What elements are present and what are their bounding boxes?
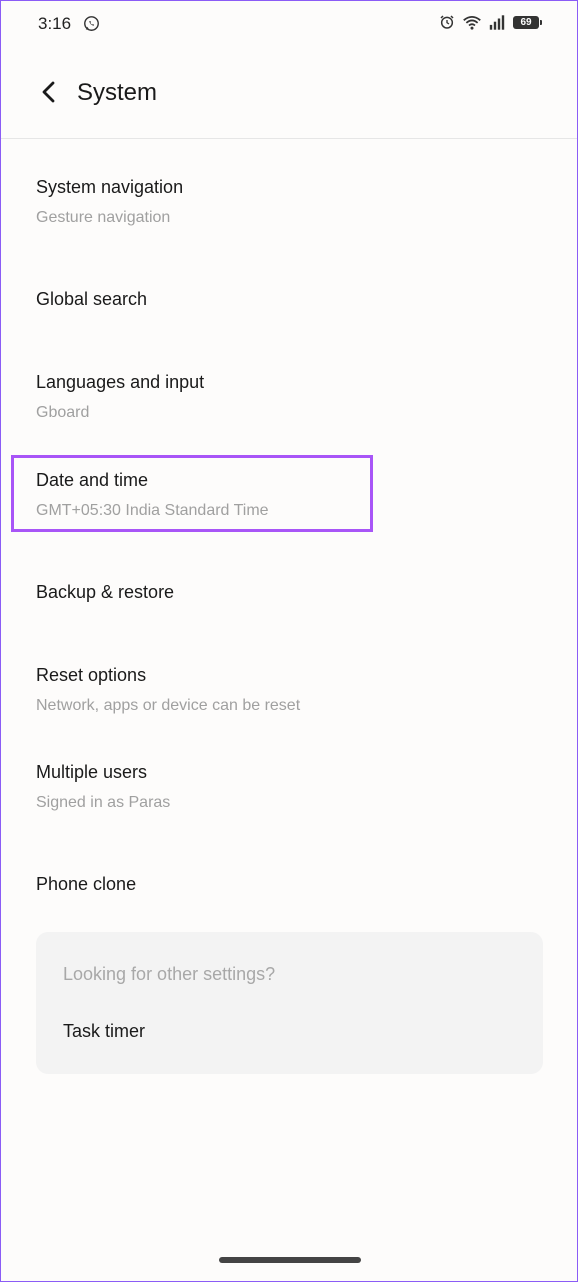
status-time: 3:16 [38,14,72,33]
setting-multiple-users[interactable]: Multiple users Signed in as Paras [36,762,542,812]
alarm-icon [440,15,454,29]
header-divider [1,138,577,139]
setting-label: Date and time [36,470,149,490]
setting-summary: Gesture navigation [36,209,171,226]
setting-summary: Signed in as Paras [36,794,171,811]
setting-system-navigation[interactable]: System navigation Gesture navigation [36,177,542,227]
setting-summary: Gboard [36,404,90,421]
setting-label: Global search [36,289,148,309]
other-settings-title: Looking for other settings? [63,964,276,984]
setting-reset-options[interactable]: Reset options Network, apps or device ca… [36,665,542,715]
setting-label: System navigation [36,177,184,197]
gesture-nav-handle[interactable] [219,1257,361,1263]
setting-languages-input[interactable]: Languages and input Gboard [36,372,542,422]
status-bar: 3:16 69 [1,1,577,47]
setting-date-time[interactable]: Date and time GMT+05:30 India Standard T… [36,470,542,520]
whatsapp-icon [84,16,99,31]
setting-global-search[interactable]: Global search [36,289,542,310]
page-title: System [77,79,158,106]
back-arrow-icon [42,81,55,103]
setting-label: Multiple users [36,762,148,782]
suggestion-task-timer[interactable]: Task timer [63,1021,145,1042]
wifi-icon [463,15,481,30]
app-bar: System [1,61,577,125]
setting-label: Reset options [36,665,147,685]
status-icons: 69 [439,14,542,30]
setting-backup-restore[interactable]: Backup & restore [36,582,542,603]
setting-label: Phone clone [36,874,137,894]
setting-label: Languages and input [36,372,205,392]
setting-summary: Network, apps or device can be reset [36,697,301,714]
signal-icon [489,14,505,30]
back-button[interactable] [31,75,65,109]
setting-phone-clone[interactable]: Phone clone [36,874,542,895]
other-settings-card: Looking for other settings? Task timer [36,932,543,1074]
setting-summary: GMT+05:30 India Standard Time [36,502,269,519]
battery-icon: 69 [513,15,542,29]
setting-label: Backup & restore [36,582,175,602]
